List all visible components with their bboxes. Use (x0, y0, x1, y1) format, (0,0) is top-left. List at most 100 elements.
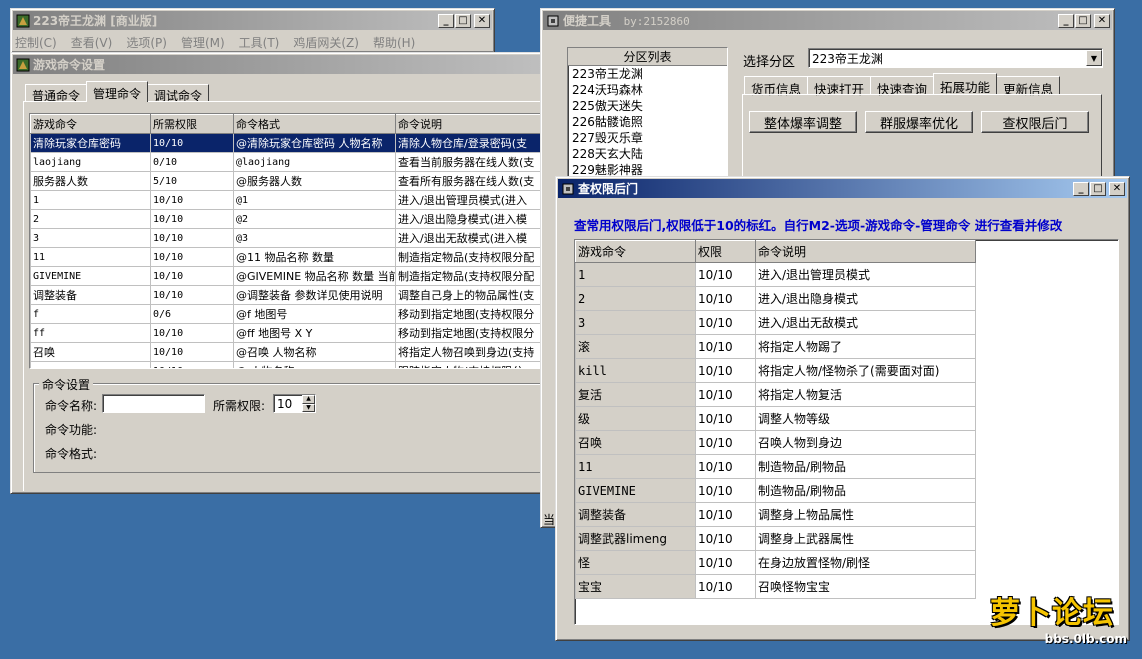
col-header-description[interactable]: 命令说明 (395, 114, 554, 134)
table-row[interactable]: 3 10/10 进入/退出无敌模式 (575, 310, 976, 335)
table-cell: @f 地图号 (233, 304, 396, 324)
close-button[interactable]: ✕ (1109, 181, 1125, 196)
tab-normal-commands[interactable]: 普通命令 (25, 84, 88, 103)
cmd-tabs: 普通命令 管理命令 调试命令 (25, 81, 210, 103)
permission-spinner[interactable]: 10 ▲ ▼ (273, 394, 316, 413)
col-header-command[interactable]: 游戏命令 (575, 240, 696, 263)
minimize-button[interactable]: _ (438, 13, 454, 28)
menu-item[interactable]: 帮助(H) (373, 34, 415, 51)
command-table-container[interactable]: 游戏命令 所需权限 命令格式 命令说明 清除玩家仓库密码 10/10 @清除玩家仓库… (29, 113, 554, 369)
table-row[interactable]: 10/10@ 人物名称跟踪指定人物(支持权限分 (30, 361, 554, 368)
zone-list[interactable]: 分区列表 223帝王龙渊 224沃玛森林 225傲天迷失 226骷髅诡照 227毁灭乐章… (567, 47, 728, 179)
menu-item[interactable]: 选项(P) (126, 34, 167, 51)
col-header-description[interactable]: 命令说明 (755, 240, 976, 263)
zone-list-item[interactable]: 224沃玛森林 (568, 82, 727, 98)
table-cell: 10/10 (150, 133, 234, 153)
zone-list-item[interactable]: 223帝王龙渊 (568, 66, 727, 82)
table-row[interactable]: 级 10/10 调整人物等级 (575, 406, 976, 431)
table-row[interactable]: ff 10/10 @ff 地图号 X Y 移动到指定地图(支持权限分 (30, 323, 554, 343)
spin-up-icon[interactable]: ▲ (302, 395, 315, 404)
table-cell: 将指定人物/怪物杀了(需要面对面) (755, 358, 976, 383)
main-window-titlebar[interactable]: 223帝王龙渊 [商业版] _ □ ✕ (13, 11, 492, 30)
minimize-button[interactable]: _ (1073, 181, 1089, 196)
table-row[interactable]: 11 10/10 制造物品/刷物品 (575, 454, 976, 479)
table-cell: @GIVEMINE 物品名称 数量 当前 (233, 266, 396, 286)
tools-tab[interactable]: 拓展功能 (933, 73, 998, 95)
tools-window-titlebar[interactable]: 便捷工具 by:2152860 _ □ ✕ (543, 11, 1112, 30)
zone-list-item[interactable]: 227毁灭乐章 (568, 130, 727, 146)
table-cell: 10/10 (695, 310, 756, 335)
table-row[interactable]: 1 10/10 进入/退出管理员模式 (575, 262, 976, 287)
zone-list-item[interactable]: 226骷髅诡照 (568, 114, 727, 130)
menu-item[interactable]: 控制(C) (15, 34, 57, 51)
col-header-command[interactable]: 游戏命令 (30, 114, 151, 134)
table-row[interactable]: 调整装备 10/10 调整身上物品属性 (575, 502, 976, 527)
menu-item[interactable]: 管理(M) (181, 34, 225, 51)
table-cell: 10/10 (695, 502, 756, 527)
table-row[interactable]: 清除玩家仓库密码 10/10 @清除玩家仓库密码 人物名称 清除人物仓库/登录密码(支 (30, 133, 554, 153)
spin-down-icon[interactable]: ▼ (302, 403, 315, 412)
col-header-permission[interactable]: 所需权限 (150, 114, 234, 134)
zone-list-item[interactable]: 228天玄大陆 (568, 146, 727, 162)
zone-list-item[interactable]: 225傲天迷失 (568, 98, 727, 114)
chevron-down-icon[interactable]: ▼ (1086, 50, 1102, 66)
command-name-input[interactable] (102, 394, 205, 413)
maximize-button[interactable]: □ (1090, 181, 1106, 196)
tools-tab[interactable]: 货币信息 (744, 76, 809, 97)
tab-debug-commands[interactable]: 调试命令 (147, 84, 210, 103)
table-cell: @2 (233, 209, 396, 229)
col-header-permission[interactable]: 权限 (695, 240, 756, 263)
group-droprate-button[interactable]: 群服爆率优化 (865, 111, 973, 133)
spinner-arrows[interactable]: ▲ ▼ (302, 395, 315, 412)
table-row[interactable]: 宝宝 10/10 召唤怪物宝宝 (575, 574, 976, 599)
table-row[interactable]: 复活 10/10 将指定人物复活 (575, 382, 976, 407)
table-row[interactable]: 召唤 10/10 @召唤 人物名称 将指定人物召唤到身边(支持 (30, 342, 554, 362)
table-row[interactable]: 怪 10/10 在身边放置怪物/刷怪 (575, 550, 976, 575)
table-row[interactable]: GIVEMINE 10/10 制造物品/刷物品 (575, 478, 976, 503)
maximize-button[interactable]: □ (1075, 13, 1091, 28)
table-row[interactable]: 服务器人数 5/10 @服务器人数 查看所有服务器在线人数(支 (30, 171, 554, 191)
select-zone-label: 选择分区 (743, 55, 796, 70)
table-cell: 10/10 (150, 228, 234, 248)
tab-admin-commands[interactable]: 管理命令 (86, 81, 149, 102)
tools-tab[interactable]: 更新信息 (996, 76, 1061, 97)
table-cell: @清除玩家仓库密码 人物名称 (233, 133, 396, 153)
check-backdoor-button[interactable]: 查权限后门 (981, 111, 1089, 133)
tools-tab[interactable]: 快速打开 (807, 76, 872, 97)
col-header-format[interactable]: 命令格式 (233, 114, 396, 134)
table-row[interactable]: GIVEMINE 10/10 @GIVEMINE 物品名称 数量 当前 制造指定物品(… (30, 266, 554, 286)
table-row[interactable]: 调整武器limeng 10/10 调整身上武器属性 (575, 526, 976, 551)
menu-item[interactable]: 工具(T) (239, 34, 280, 51)
maximize-button[interactable]: □ (455, 13, 471, 28)
table-row[interactable]: 1 10/10 @1 进入/退出管理员模式(进入 (30, 190, 554, 210)
backdoor-table-container[interactable]: 游戏命令 权限 命令说明 1 10/10 进入/退出管理员模式 2 10/10 进入/退出… (574, 239, 1119, 625)
minimize-button[interactable]: _ (1058, 13, 1074, 28)
table-cell (30, 361, 151, 368)
table-row[interactable]: 滚 10/10 将指定人物踢了 (575, 334, 976, 359)
tools-tab[interactable]: 快速查询 (870, 76, 935, 97)
table-row[interactable]: f 0/6 @f 地图号 移动到指定地图(支持权限分 (30, 304, 554, 324)
table-row[interactable]: 2 10/10 @2 进入/退出隐身模式(进入模 (30, 209, 554, 229)
table-cell: ff (30, 323, 151, 343)
table-row[interactable]: 调整装备 10/10 @调整装备 参数详见使用说明 调整自己身上的物品属性(支 (30, 285, 554, 305)
table-row[interactable]: 召唤 10/10 召唤人物到身边 (575, 430, 976, 455)
table-cell: 进入/退出管理员模式(进入 (395, 190, 554, 210)
menu-item[interactable]: 查看(V) (71, 34, 113, 51)
cmd-window-titlebar[interactable]: 游戏命令设置 (13, 55, 552, 74)
table-cell: 11 (575, 454, 696, 479)
table-cell: 进入/退出隐身模式(进入模 (395, 209, 554, 229)
zone-select[interactable]: 223帝王龙渊 ▼ (808, 48, 1103, 68)
command-name-label: 命令名称: (45, 399, 98, 413)
table-row[interactable]: 11 10/10 @11 物品名称 数量 制造指定物品(支持权限分配 (30, 247, 554, 267)
close-button[interactable]: ✕ (474, 13, 490, 28)
table-row[interactable]: laojiang 0/10 @laojiang 查看当前服务器在线人数(支 (30, 152, 554, 172)
app-icon (15, 13, 30, 28)
table-row[interactable]: 3 10/10 @3 进入/退出无敌模式(进入模 (30, 228, 554, 248)
table-row[interactable]: kill 10/10 将指定人物/怪物杀了(需要面对面) (575, 358, 976, 383)
menu-item[interactable]: 鸡盾网关(Z) (293, 34, 359, 51)
overall-droprate-button[interactable]: 整体爆率调整 (749, 111, 857, 133)
table-cell: 2 (575, 286, 696, 311)
table-row[interactable]: 2 10/10 进入/退出隐身模式 (575, 286, 976, 311)
backdoor-window-titlebar[interactable]: 查权限后门 _ □ ✕ (558, 179, 1127, 198)
close-button[interactable]: ✕ (1094, 13, 1110, 28)
